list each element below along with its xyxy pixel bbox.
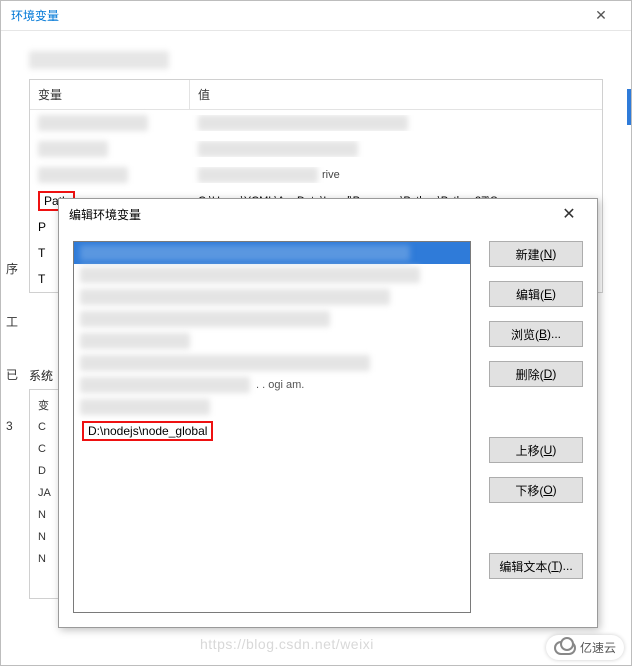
logo-text: 亿速云 (580, 639, 616, 656)
list-item-node-global[interactable]: D:\nodejs\node_global (74, 418, 470, 440)
list-item[interactable] (74, 308, 470, 330)
system-vars-label: 系统 (29, 367, 53, 384)
left-edge-chars: 序 工 已 3 (6, 260, 20, 433)
edit-body: . . ogi am. D:\nodejs\node_global 新建(N) … (59, 229, 597, 627)
list-item[interactable] (74, 264, 470, 286)
edit-close-button[interactable]: ✕ (551, 204, 587, 224)
yisu-logo: 亿速云 (546, 635, 624, 660)
col-header-variable: 变量 (30, 80, 190, 109)
user-vars-label-blurred (29, 51, 169, 69)
edit-text-button[interactable]: 编辑文本(T)... (489, 553, 583, 579)
list-item[interactable]: . . ogi am. (74, 374, 470, 396)
edit-titlebar: 编辑环境变量 ✕ (59, 199, 597, 229)
new-button[interactable]: 新建(N) (489, 241, 583, 267)
list-item[interactable] (74, 352, 470, 374)
edit-env-var-dialog: 编辑环境变量 ✕ . . ogi am. D:\nodejs\node_glob… (58, 198, 598, 628)
cloud-icon (554, 641, 576, 655)
watermark-text: https://blog.csdn.net/weixi (200, 636, 374, 652)
table-row[interactable]: rive (30, 162, 602, 188)
delete-button[interactable]: 删除(D) (489, 361, 583, 387)
node-global-highlight: D:\nodejs\node_global (82, 421, 213, 441)
table-row[interactable] (30, 110, 602, 136)
blue-accent-sliver (627, 89, 631, 125)
list-item[interactable] (74, 286, 470, 308)
col-header-value: 值 (190, 80, 602, 109)
edit-buttons-column: 新建(N) 编辑(E) 浏览(B)... 删除(D) 上移(U) 下移(O) 编… (489, 241, 583, 613)
list-item[interactable] (74, 242, 470, 264)
edit-dialog-title: 编辑环境变量 (69, 206, 551, 223)
table-row[interactable] (30, 136, 602, 162)
parent-close-button[interactable]: ✕ (581, 7, 621, 24)
edit-button[interactable]: 编辑(E) (489, 281, 583, 307)
browse-button[interactable]: 浏览(B)... (489, 321, 583, 347)
parent-titlebar: 环境变量 ✕ (1, 1, 631, 31)
list-item[interactable] (74, 330, 470, 352)
move-up-button[interactable]: 上移(U) (489, 437, 583, 463)
path-entries-listbox[interactable]: . . ogi am. D:\nodejs\node_global (73, 241, 471, 613)
list-item[interactable] (74, 396, 470, 418)
move-down-button[interactable]: 下移(O) (489, 477, 583, 503)
user-vars-header: 变量 值 (30, 80, 602, 110)
parent-title: 环境变量 (11, 7, 581, 24)
